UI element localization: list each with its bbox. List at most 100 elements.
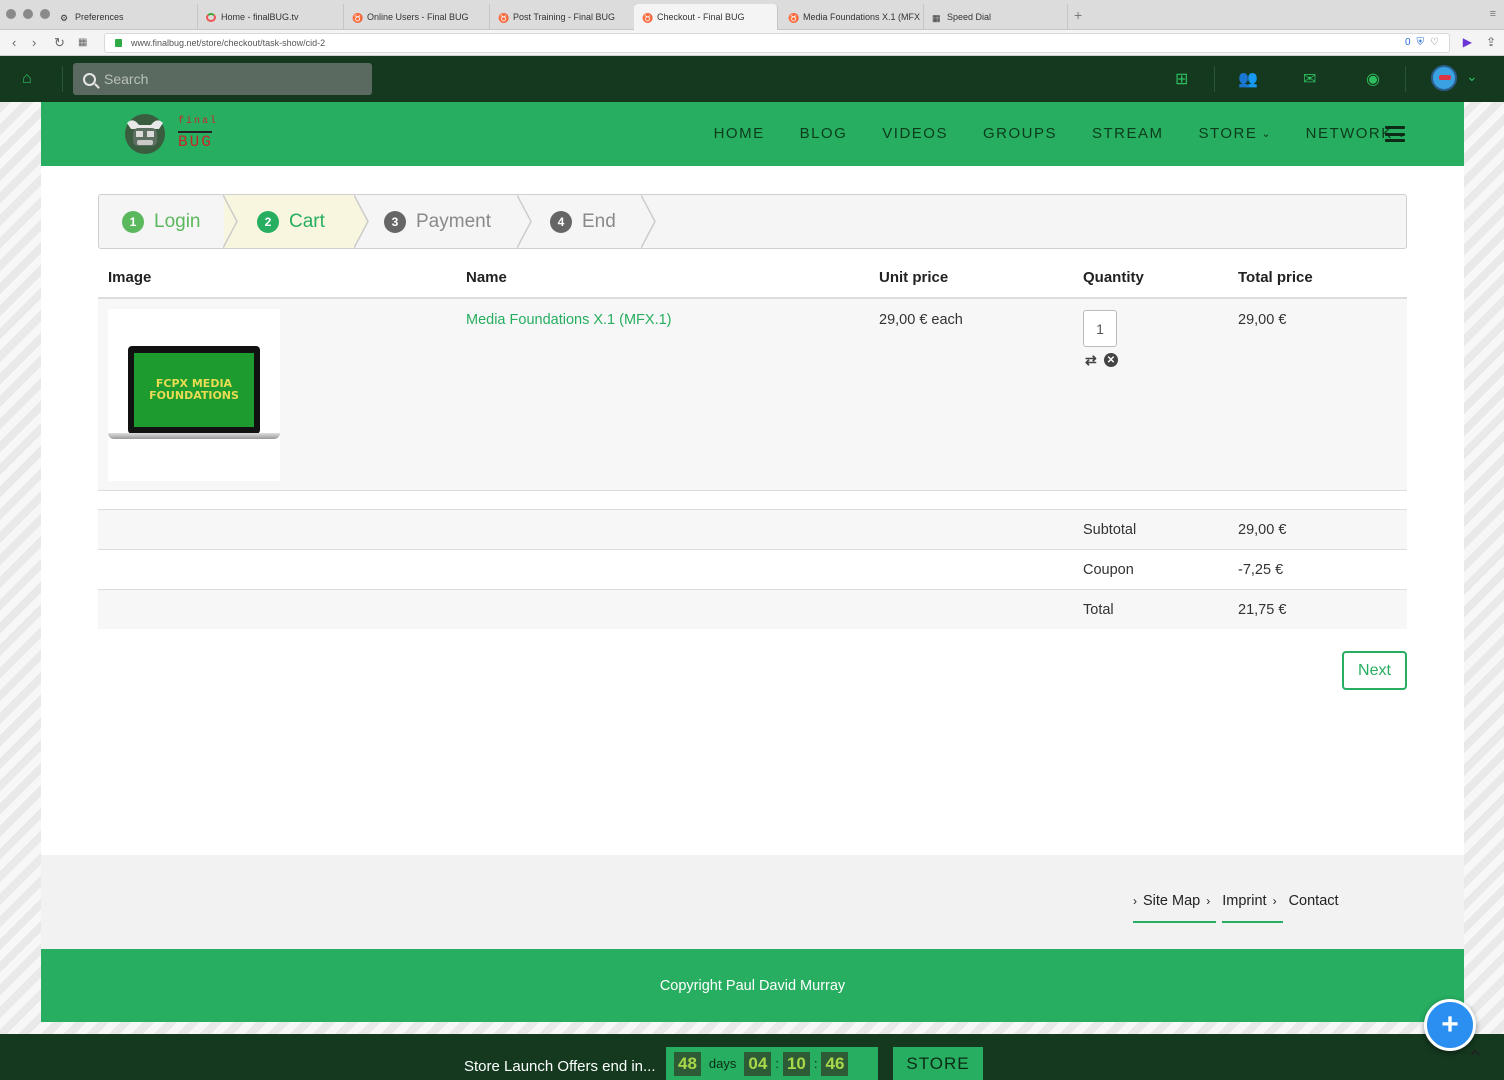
step-cart[interactable]: 2 Cart (257, 195, 325, 248)
item-total: 29,00 € (1238, 312, 1287, 328)
add-icon[interactable]: ⊞ (1175, 69, 1188, 89)
scroll-top-icon[interactable]: ⌃ (1466, 1046, 1484, 1072)
step-login[interactable]: 1 Login (122, 195, 201, 248)
store-button[interactable]: STORE (893, 1047, 983, 1080)
summary-value: -7,25 € (1238, 562, 1284, 578)
quantity-input[interactable] (1083, 310, 1117, 347)
users-icon[interactable]: 👥 (1238, 69, 1258, 89)
unit-price: 29,00 € each (879, 312, 963, 328)
nav-store-wrap[interactable]: STORE ⌄ (1198, 125, 1270, 142)
heart-icon[interactable]: ♡ (1430, 37, 1439, 48)
share-icon[interactable]: ⇪ (1486, 35, 1496, 49)
nav-videos[interactable]: VIDEOS (882, 125, 948, 142)
copyright-text: Copyright Paul David Murray (659, 977, 846, 994)
site-container: final BUG HOME BLOG VIDEOS GROUPS STREAM… (41, 102, 1464, 1022)
summary-label: Total (1083, 602, 1114, 618)
next-button[interactable]: Next (1342, 651, 1407, 690)
summary-label: Coupon (1083, 562, 1134, 578)
url-actions: 0 ⛨ ♡ (1405, 37, 1439, 48)
site-logo[interactable]: final BUG (123, 113, 223, 155)
browser-tab[interactable]: ♉ Post Training - Final BUG (490, 4, 636, 30)
chevron-down-icon[interactable]: ⌄ (1466, 68, 1478, 85)
browser-tab[interactable]: ♉ Media Foundations X.1 (MFX (780, 4, 924, 30)
grid-icon: ▦ (932, 12, 941, 23)
summary-row-total: Total 21,75 € (98, 589, 1407, 629)
forward-icon[interactable]: › (32, 35, 36, 50)
footer-link-imprint[interactable]: Imprint › (1222, 893, 1283, 923)
summary-value: 29,00 € (1238, 522, 1287, 538)
shield-icon[interactable]: ⛨ (1417, 37, 1425, 48)
spinner-icon (206, 12, 216, 22)
footer-link-sitemap[interactable]: › Site Map › (1133, 893, 1217, 923)
search-input[interactable] (104, 71, 344, 87)
step-separator (354, 195, 369, 248)
product-image[interactable]: FCPX MEDIA FOUNDATIONS (108, 309, 280, 481)
remove-icon[interactable]: ✕ (1104, 353, 1118, 367)
search-box[interactable] (73, 63, 372, 95)
browser-url-bar: ‹ › ↻ ▦ www.finalbug.net/store/checkout/… (0, 30, 1504, 56)
nav-blog[interactable]: BLOG (800, 125, 848, 142)
menu-icon[interactable] (1385, 126, 1405, 142)
col-image: Image (108, 269, 152, 286)
nav-store[interactable]: STORE (1198, 125, 1257, 142)
browser-tab[interactable]: Home - finalBUG.tv (198, 4, 344, 30)
countdown-minutes: 10 (782, 1051, 810, 1076)
nav-network[interactable]: NETWORK (1306, 125, 1393, 142)
col-total-price: Total price (1238, 269, 1313, 286)
mail-icon[interactable]: ✉ (1303, 69, 1316, 89)
browser-extensions: ▶ ⇪ (1463, 35, 1496, 49)
bull-icon: ♉ (788, 12, 800, 23)
summary-row-subtotal: Subtotal 29,00 € (98, 509, 1407, 549)
browser-tab-active[interactable]: ♉ Checkout - Final BUG (634, 4, 778, 30)
browser-tab[interactable]: ▦ Speed Dial (924, 4, 1068, 30)
step-end[interactable]: 4 End (550, 195, 616, 248)
offer-text: Store Launch Offers end in... (464, 1058, 656, 1075)
logo-text-final: final (178, 116, 219, 127)
bull-icon: ♉ (642, 12, 654, 23)
laptop-screen: FCPX MEDIA FOUNDATIONS (128, 346, 260, 434)
countdown-days: 48 (674, 1051, 701, 1076)
home-icon[interactable]: ⌂ (22, 70, 32, 88)
step-separator (641, 195, 656, 248)
nav-groups[interactable]: GROUPS (983, 125, 1057, 142)
refresh-icon[interactable]: ⇄ (1085, 352, 1097, 369)
step-payment[interactable]: 3 Payment (384, 195, 491, 248)
summary-label: Subtotal (1083, 522, 1137, 538)
globe-icon[interactable]: ◉ (1366, 69, 1380, 89)
product-image-text: FCPX MEDIA FOUNDATIONS (149, 377, 239, 402)
logo-text-bug: BUG (178, 133, 213, 151)
flow-icon[interactable]: ▶ (1463, 35, 1472, 49)
back-icon[interactable]: ‹ (12, 35, 16, 50)
reload-icon[interactable]: ↻ (54, 35, 65, 51)
window-controls[interactable] (6, 9, 50, 19)
tab-menu-icon[interactable]: ≡ (1490, 8, 1496, 20)
avatar[interactable] (1431, 65, 1457, 91)
address-field[interactable]: www.finalbug.net/store/checkout/task-sho… (104, 33, 1450, 53)
checkout-stepper: 1 Login 2 Cart 3 Payment 4 End (98, 194, 1407, 249)
countdown-hours: 04 (744, 1051, 772, 1076)
cart-table-header: Image Name Unit price Quantity Total pri… (98, 250, 1407, 299)
col-unit-price: Unit price (879, 269, 949, 286)
footer-link-contact[interactable]: Contact (1289, 893, 1339, 923)
browser-tab-bar: ⚙ Preferences Home - finalBUG.tv ♉ Online … (0, 0, 1504, 30)
nav-home[interactable]: HOME (714, 125, 765, 142)
chevron-down-icon: ⌄ (1261, 128, 1271, 140)
step-separator (223, 195, 238, 248)
bull-icon: ♉ (498, 12, 510, 23)
search-icon (83, 72, 96, 86)
footer-links: › Site Map › Imprint › Contact (1133, 893, 1351, 923)
add-fab-button[interactable]: + (1424, 999, 1476, 1051)
chevron-right-icon: › (1133, 894, 1137, 908)
browser-tab[interactable]: ⚙ Preferences (52, 4, 198, 30)
countdown-sep: : (775, 1056, 779, 1071)
new-tab-icon[interactable]: + (1074, 7, 1082, 23)
blocker-count: 0 (1404, 37, 1411, 48)
browser-tab[interactable]: ♉ Online Users - Final BUG (344, 4, 490, 30)
nav-stream[interactable]: STREAM (1092, 125, 1164, 142)
chevron-right-icon: › (1272, 894, 1277, 908)
laptop-base (108, 433, 280, 439)
grid-icon[interactable]: ▦ (78, 37, 87, 48)
plus-icon: + (1441, 1008, 1459, 1041)
product-name-link[interactable]: Media Foundations X.1 (MFX.1) (466, 312, 672, 328)
bull-icon: ♉ (352, 12, 364, 23)
